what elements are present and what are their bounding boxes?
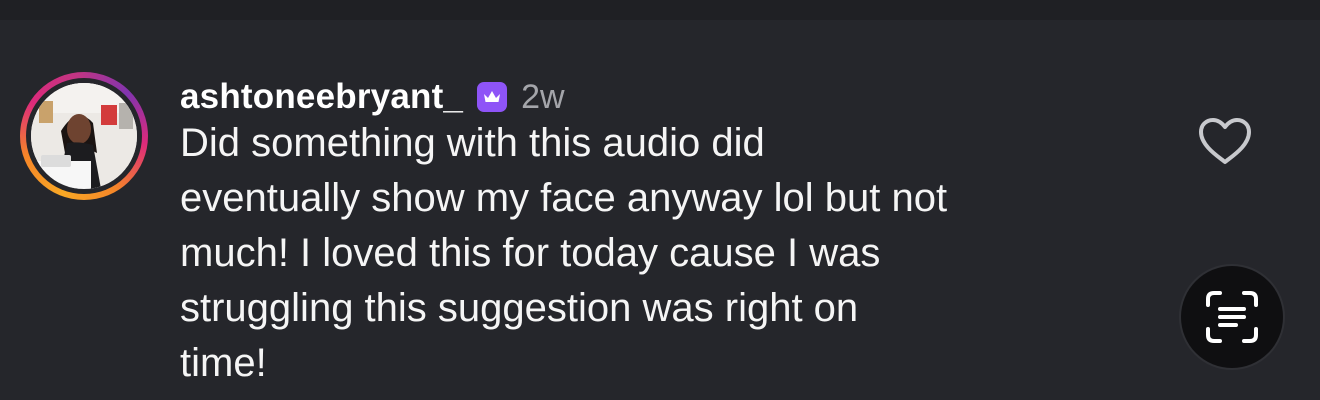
avatar-photo [31, 83, 137, 189]
avatar-story-ring[interactable] [20, 72, 148, 200]
like-button[interactable] [1196, 116, 1254, 168]
live-text-scan-button[interactable] [1181, 266, 1283, 368]
comment-timestamp: 2w [521, 77, 565, 116]
comment-header: ashtoneebryant_ 2w [180, 75, 565, 119]
username-link[interactable]: ashtoneebryant_ [180, 77, 463, 117]
top-divider [0, 0, 1320, 20]
comment-text: Did something with this audio did eventu… [180, 121, 948, 385]
crown-icon [477, 82, 508, 112]
heart-icon [1199, 118, 1251, 164]
comment-item: ashtoneebryant_ 2w Did something with th… [0, 20, 1320, 400]
avatar[interactable] [31, 83, 137, 189]
live-text-scan-icon [1206, 291, 1258, 343]
